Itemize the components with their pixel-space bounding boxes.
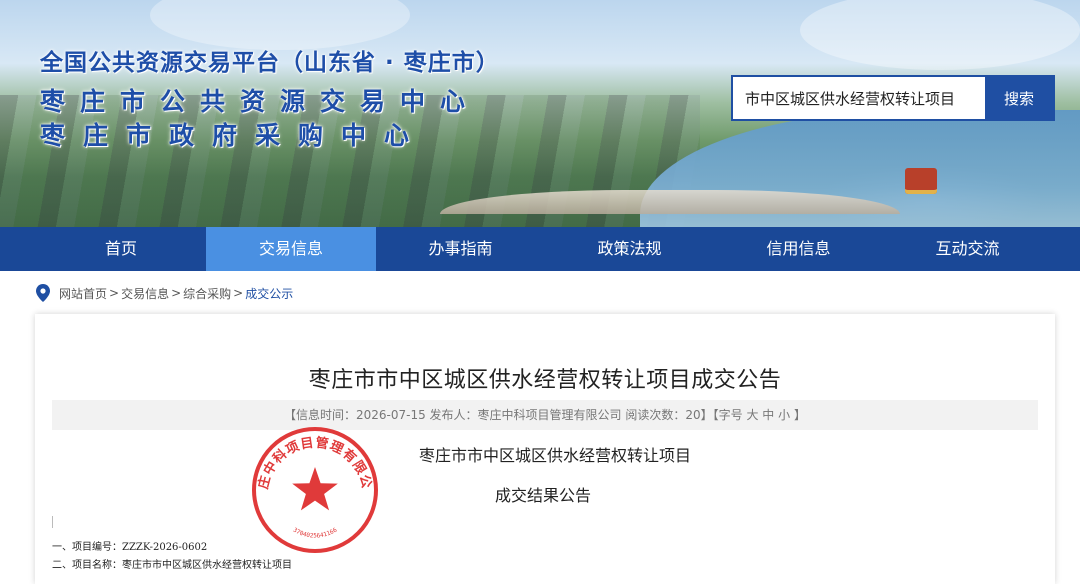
search-box: 搜索 [731,75,1055,121]
platform-title: 全国公共资源交易平台（山东省 · 枣庄市） [40,50,500,76]
text-cursor [52,516,53,528]
breadcrumb: 网站首页 > 交易信息 > 综合采购 > 成交公示 [0,271,1080,315]
nav-item-home[interactable]: 首页 [36,227,206,271]
nav-item-credit[interactable]: 信用信息 [714,227,883,271]
nav-item-trading-info[interactable]: 交易信息 [206,227,376,271]
breadcrumb-procurement[interactable]: 综合采购 [183,285,231,302]
breadcrumb-separator: > [109,286,120,300]
body-subtitle: 成交结果公告 [495,486,592,505]
nav-item-guide[interactable]: 办事指南 [376,227,545,271]
location-pin-icon [36,284,50,302]
font-size-large[interactable]: 大 [746,408,758,422]
article-card: 枣庄市市中区城区供水经营权转让项目成交公告 【信息时间：2026-07-15 发… [35,314,1055,584]
breadcrumb-trading-info[interactable]: 交易信息 [121,285,169,302]
breadcrumb-home[interactable]: 网站首页 [59,285,107,302]
font-size-small[interactable]: 小 [778,408,790,422]
main-nav: 首页 交易信息 办事指南 政策法规 信用信息 互动交流 [0,227,1080,271]
article-title: 枣庄市市中区城区供水经营权转让项目成交公告 [308,368,782,393]
banner-boat [905,168,937,194]
breadcrumb-current: 成交公示 [245,286,294,301]
nav-item-interaction[interactable]: 互动交流 [883,227,1052,271]
body-project-name: 枣庄市市中区城区供水经营权转让项目 [418,446,691,465]
center-title: 枣庄市公共资源交易中心 [40,87,481,116]
svg-text:3704025641166: 3704025641166 [292,526,339,539]
search-input[interactable] [733,77,985,119]
search-button[interactable]: 搜索 [985,77,1053,119]
header-banner: 全国公共资源交易平台（山东省 · 枣庄市） 枣庄市公共资源交易中心 枣庄市政府采… [0,0,1080,227]
item-project-number: 一、项目编号：ZZZK-2026-0602 [52,542,208,553]
font-size-medium[interactable]: 中 [762,408,774,422]
article-meta: 【信息时间：2026-07-15 发布人：枣庄中科项目管理有限公司 阅读次数：2… [52,400,1038,430]
breadcrumb-separator: > [233,286,244,300]
meta-close: 】 [793,408,806,422]
company-seal-stamp: 枣庄中科项目管理有限公司 3704025641166 [250,425,378,553]
nav-item-policy[interactable]: 政策法规 [545,227,714,271]
item-project-name: 二、项目名称：枣庄市市中区城区供水经营权转让项目 [52,560,292,571]
procurement-center-title: 枣庄市政府采购中心 [40,121,428,150]
meta-info: 【信息时间：2026-07-15 发布人：枣庄中科项目管理有限公司 阅读次数：2… [283,408,743,422]
breadcrumb-separator: > [171,286,182,300]
